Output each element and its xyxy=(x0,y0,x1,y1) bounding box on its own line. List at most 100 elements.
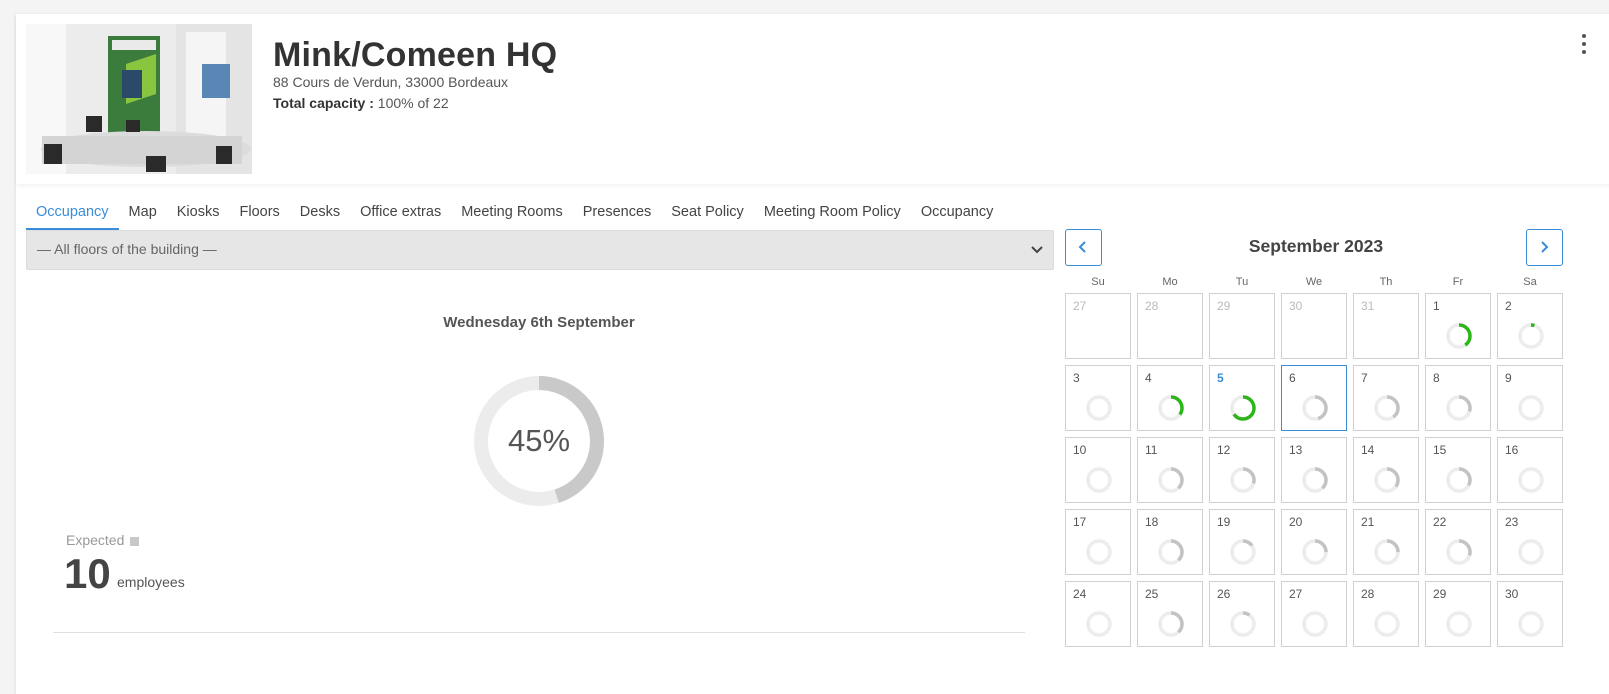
calendar-day[interactable]: 25 xyxy=(1137,581,1203,647)
calendar-day[interactable]: 30 xyxy=(1497,581,1563,647)
occupancy-ring-track xyxy=(1086,611,1112,637)
occupancy-ring xyxy=(1302,467,1328,493)
calendar-day-number: 30 xyxy=(1505,587,1519,601)
occupancy-ring xyxy=(1158,611,1184,637)
occupancy-ring-track xyxy=(1086,467,1112,493)
calendar-day[interactable]: 26 xyxy=(1209,581,1275,647)
weekday-label: Su xyxy=(1091,276,1105,288)
calendar-day[interactable]: 22 xyxy=(1425,509,1491,575)
occupancy-ring xyxy=(1086,467,1112,493)
occupancy-ring-track xyxy=(1374,611,1400,637)
calendar-day[interactable]: 9 xyxy=(1497,365,1563,431)
calendar-day-number: 16 xyxy=(1505,443,1519,457)
expected-label: Expected xyxy=(66,532,140,548)
tab-office-extras[interactable]: Office extras xyxy=(350,200,451,228)
calendar-day[interactable]: 2 xyxy=(1497,293,1563,359)
building-capacity: Total capacity : 100% of 22 xyxy=(273,95,449,111)
floor-select-value: — All floors of the building — xyxy=(37,241,217,257)
calendar-day[interactable]: 20 xyxy=(1281,509,1347,575)
occupancy-ring xyxy=(1446,395,1472,421)
calendar-day[interactable]: 12 xyxy=(1209,437,1275,503)
tab-floors[interactable]: Floors xyxy=(229,200,289,228)
occupancy-ring xyxy=(1302,611,1328,637)
calendar-day[interactable]: 5 xyxy=(1209,365,1275,431)
occupancy-ring xyxy=(1446,467,1472,493)
calendar-day[interactable]: 1 xyxy=(1425,293,1491,359)
calendar-day[interactable]: 29 xyxy=(1425,581,1491,647)
tab-seat-policy[interactable]: Seat Policy xyxy=(661,200,754,228)
calendar-day[interactable]: 19 xyxy=(1209,509,1275,575)
calendar-day-number: 4 xyxy=(1145,371,1152,385)
calendar-day-number: 5 xyxy=(1217,371,1224,385)
calendar-day[interactable]: 18 xyxy=(1137,509,1203,575)
chevron-down-icon xyxy=(1031,246,1043,254)
occupancy-ring xyxy=(1302,539,1328,565)
calendar-day[interactable]: 30 xyxy=(1281,293,1347,359)
calendar-day[interactable]: 28 xyxy=(1353,581,1419,647)
occupancy-ring xyxy=(1230,611,1256,637)
tab-meeting-room-policy[interactable]: Meeting Room Policy xyxy=(754,200,911,228)
calendar-day[interactable]: 10 xyxy=(1065,437,1131,503)
occupancy-ring-track xyxy=(1518,611,1544,637)
tab-kiosks[interactable]: Kiosks xyxy=(167,200,230,228)
calendar-day[interactable]: 3 xyxy=(1065,365,1131,431)
calendar-day[interactable]: 29 xyxy=(1209,293,1275,359)
calendar-day[interactable]: 28 xyxy=(1137,293,1203,359)
weekday-label: Tu xyxy=(1235,276,1249,288)
occupancy-ring xyxy=(1086,539,1112,565)
calendar-day[interactable]: 14 xyxy=(1353,437,1419,503)
occupancy-ring xyxy=(1158,539,1184,565)
expected-label-text: Expected xyxy=(66,532,125,548)
calendar-day[interactable]: 17 xyxy=(1065,509,1131,575)
calendar-day-number: 27 xyxy=(1289,587,1303,601)
floor-select[interactable]: — All floors of the building — xyxy=(26,230,1054,270)
calendar-day-number: 13 xyxy=(1289,443,1303,457)
calendar-day[interactable]: 13 xyxy=(1281,437,1347,503)
previous-month-button[interactable] xyxy=(1065,229,1102,266)
calendar-day[interactable]: 24 xyxy=(1065,581,1131,647)
calendar-day[interactable]: 15 xyxy=(1425,437,1491,503)
occupancy-ring xyxy=(1230,395,1256,421)
occupancy-ring-track xyxy=(1086,395,1112,421)
calendar-day-number: 29 xyxy=(1217,299,1231,313)
tab-desks[interactable]: Desks xyxy=(290,200,350,228)
calendar-day-number: 26 xyxy=(1217,587,1231,601)
next-month-button[interactable] xyxy=(1526,229,1563,266)
occupancy-ring xyxy=(1518,395,1544,421)
occupancy-ring-track xyxy=(1302,611,1328,637)
occupancy-ring xyxy=(1518,323,1544,349)
tab-occupancy-2[interactable]: Occupancy xyxy=(911,200,1004,228)
calendar-day[interactable]: 6 xyxy=(1281,365,1347,431)
calendar-day[interactable]: 27 xyxy=(1281,581,1347,647)
calendar-day[interactable]: 31 xyxy=(1353,293,1419,359)
calendar-day[interactable]: 4 xyxy=(1137,365,1203,431)
tab-presences[interactable]: Presences xyxy=(573,200,662,228)
calendar-day-number: 29 xyxy=(1433,587,1447,601)
calendar-day[interactable]: 23 xyxy=(1497,509,1563,575)
building-title: Mink/Comeen HQ xyxy=(273,36,558,74)
calendar-day[interactable]: 8 xyxy=(1425,365,1491,431)
calendar-day-number: 8 xyxy=(1433,371,1440,385)
tab-occupancy[interactable]: Occupancy xyxy=(26,200,119,230)
expected-unit: employees xyxy=(117,574,185,590)
calendar-day[interactable]: 7 xyxy=(1353,365,1419,431)
calendar-day[interactable]: 16 xyxy=(1497,437,1563,503)
occupancy-ring xyxy=(1230,467,1256,493)
divider xyxy=(53,632,1025,633)
more-options-icon[interactable] xyxy=(1577,34,1591,60)
building-photo xyxy=(26,24,252,174)
chevron-left-icon xyxy=(1078,241,1086,253)
calendar-day[interactable]: 21 xyxy=(1353,509,1419,575)
capacity-value: 100% of 22 xyxy=(377,95,449,111)
occupancy-ring xyxy=(1230,539,1256,565)
tab-map[interactable]: Map xyxy=(119,200,167,228)
occupancy-percent: 45% xyxy=(507,423,571,458)
occupancy-ring-track xyxy=(1518,539,1544,565)
occupancy-ring xyxy=(1518,539,1544,565)
tab-meeting-rooms[interactable]: Meeting Rooms xyxy=(451,200,573,228)
occupancy-ring-track xyxy=(1518,467,1544,493)
calendar-day[interactable]: 11 xyxy=(1137,437,1203,503)
calendar-day-number: 14 xyxy=(1361,443,1375,457)
calendar-day[interactable]: 27 xyxy=(1065,293,1131,359)
occupancy-ring xyxy=(1446,611,1472,637)
